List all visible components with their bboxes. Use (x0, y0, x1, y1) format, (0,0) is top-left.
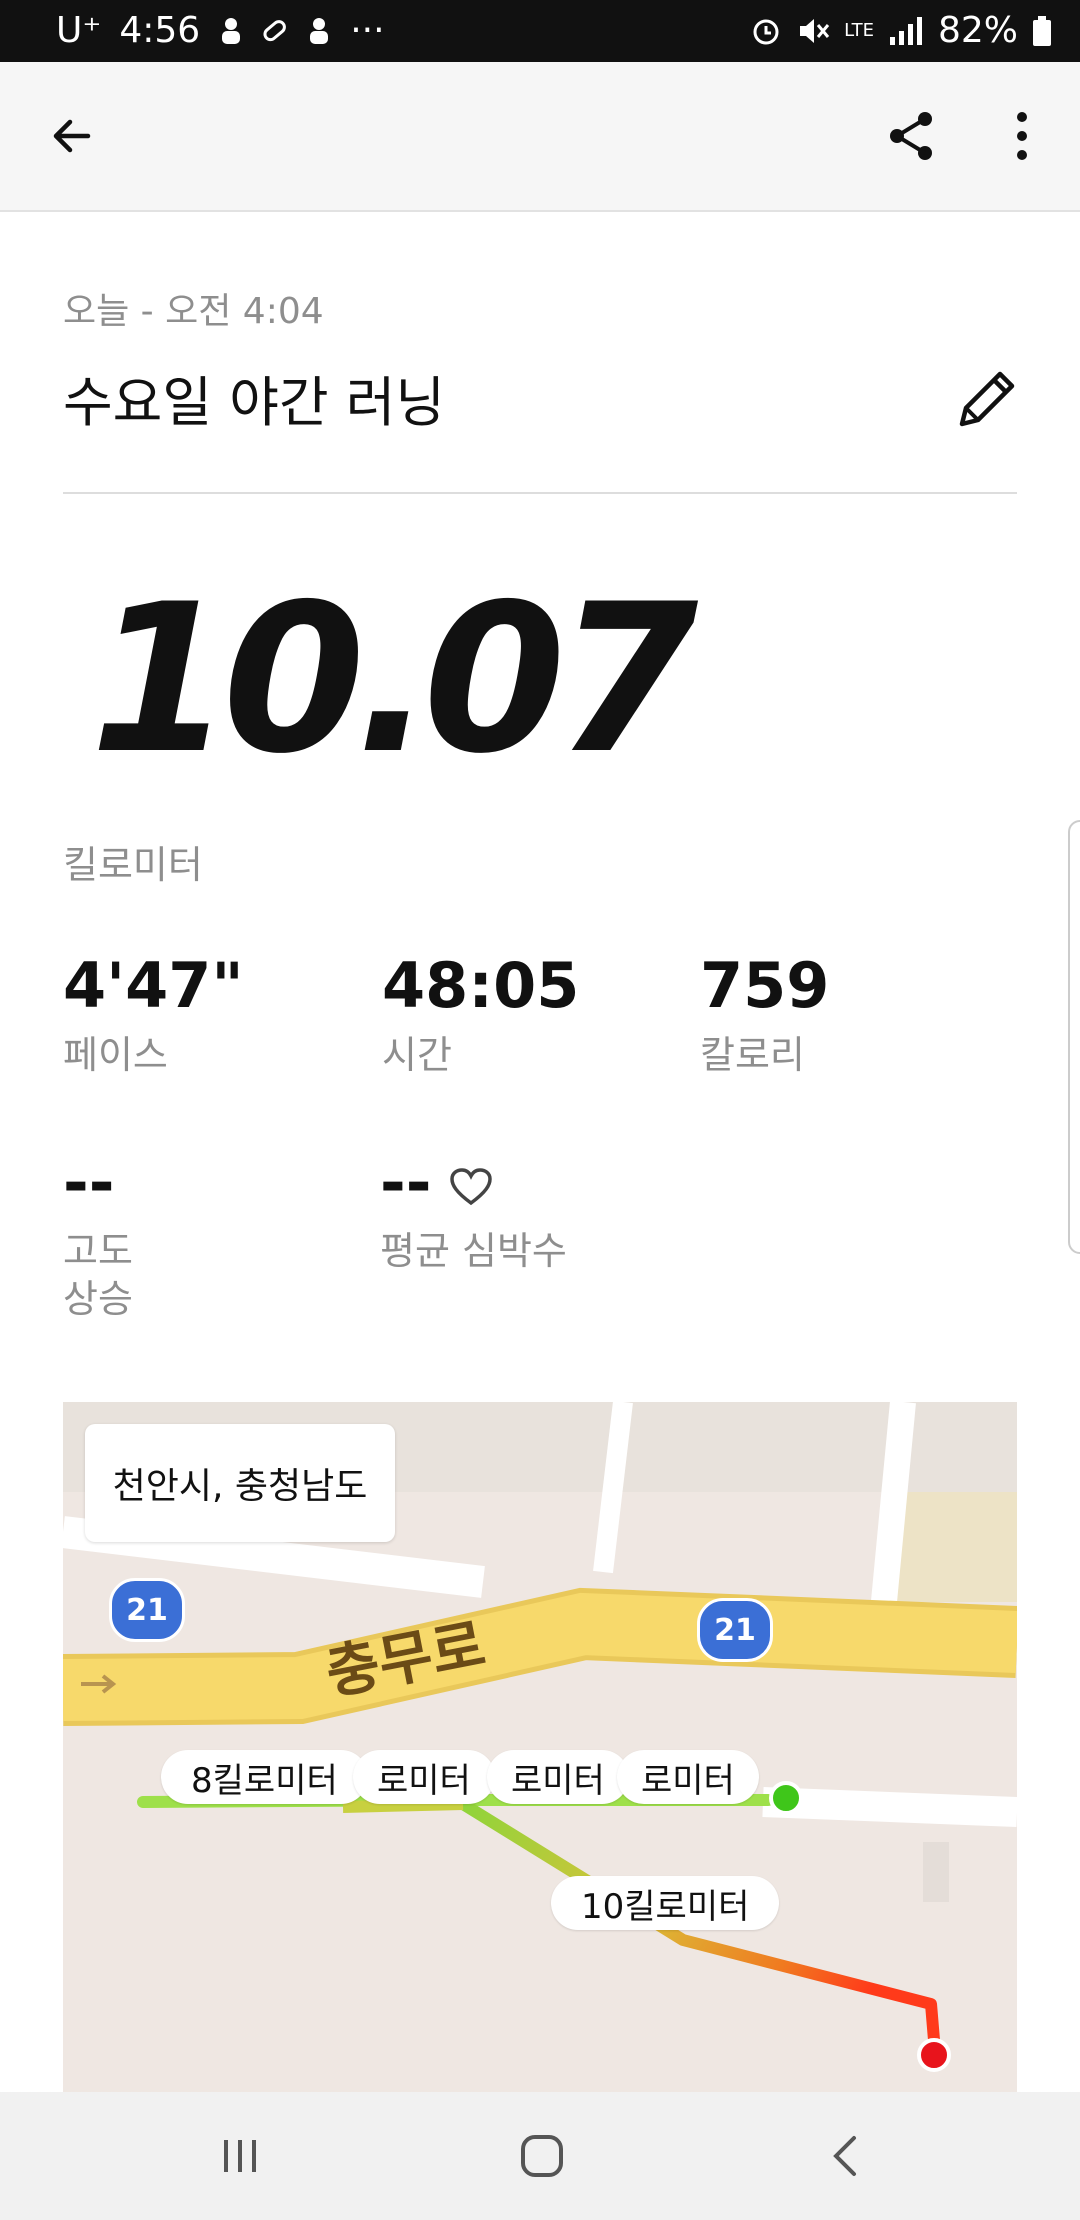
route-end-marker (917, 2038, 951, 2072)
more-options-button[interactable] (986, 100, 1058, 172)
pace-label: 페이스 (63, 1033, 168, 1077)
distance-value: 10.07 (90, 561, 698, 799)
recents-icon (224, 2140, 256, 2172)
back-button[interactable] (36, 100, 108, 172)
map-location-label: 천안시, 충청남도 (85, 1424, 395, 1542)
route-map[interactable]: 천안시, 충청남도 충무로 21 21 8킬로미터 로미터 로미터 로미터 10… (63, 1402, 1017, 2092)
network-type: LTE (844, 19, 874, 41)
battery-percent: 82% (937, 10, 1018, 51)
battery-icon (1033, 15, 1051, 46)
signal-icon (889, 16, 922, 45)
arrow-left-icon (53, 119, 91, 153)
km-marker: 로미터 (617, 1750, 759, 1804)
more-vertical-icon (1017, 112, 1027, 160)
duration-value: 48:05 (382, 949, 580, 1022)
notification-icon (310, 17, 329, 44)
distance-unit: 킬로미터 (63, 843, 203, 887)
notification-icon (222, 17, 241, 44)
route-start-marker (769, 1781, 803, 1815)
duration-label: 시간 (382, 1033, 452, 1077)
clock: 4:56 (119, 10, 201, 51)
carrier-label: U⁺ (56, 10, 102, 51)
activity-title: 수요일 야간 러닝 (63, 371, 446, 434)
nav-back-button[interactable] (810, 2120, 882, 2192)
pace-value: 4'47" (63, 949, 244, 1022)
back-chevron-icon (833, 2136, 856, 2176)
edge-panel-handle[interactable] (1068, 820, 1080, 1254)
heart-rate-value: -- (380, 1146, 432, 1219)
app-bar (0, 62, 1080, 212)
km-marker: 로미터 (353, 1750, 495, 1804)
more-notifications-icon: ··· (350, 10, 385, 51)
system-nav-bar (0, 2092, 1080, 2220)
route-shield: 21 (697, 1598, 773, 1662)
heart-rate-label: 평균 심박수 (380, 1229, 567, 1273)
elevation-label: 고도 상승 (63, 1229, 133, 1321)
calories-value: 759 (700, 949, 830, 1022)
activity-date: 오늘 - 오전 4:04 (63, 291, 324, 332)
km-marker: 8킬로미터 (161, 1750, 368, 1804)
share-icon (890, 112, 932, 160)
km-marker: 로미터 (487, 1750, 629, 1804)
recents-button[interactable] (204, 2120, 276, 2192)
share-button[interactable] (875, 100, 947, 172)
edit-title-button[interactable] (948, 358, 1028, 438)
pencil-icon (959, 371, 1015, 427)
pill-icon (263, 19, 287, 41)
status-bar: U⁺ 4:56 ··· LTE 82% (0, 0, 1080, 62)
elevation-value: -- (63, 1146, 115, 1219)
divider (63, 492, 1017, 494)
home-button[interactable] (506, 2120, 578, 2192)
mute-icon (800, 18, 830, 43)
heart-icon (450, 1168, 492, 1206)
home-icon (521, 2135, 563, 2177)
route-shield: 21 (109, 1578, 185, 1642)
alarm-icon (753, 19, 779, 44)
km-marker: 10킬로미터 (551, 1876, 780, 1930)
calories-label: 칼로리 (700, 1033, 805, 1077)
